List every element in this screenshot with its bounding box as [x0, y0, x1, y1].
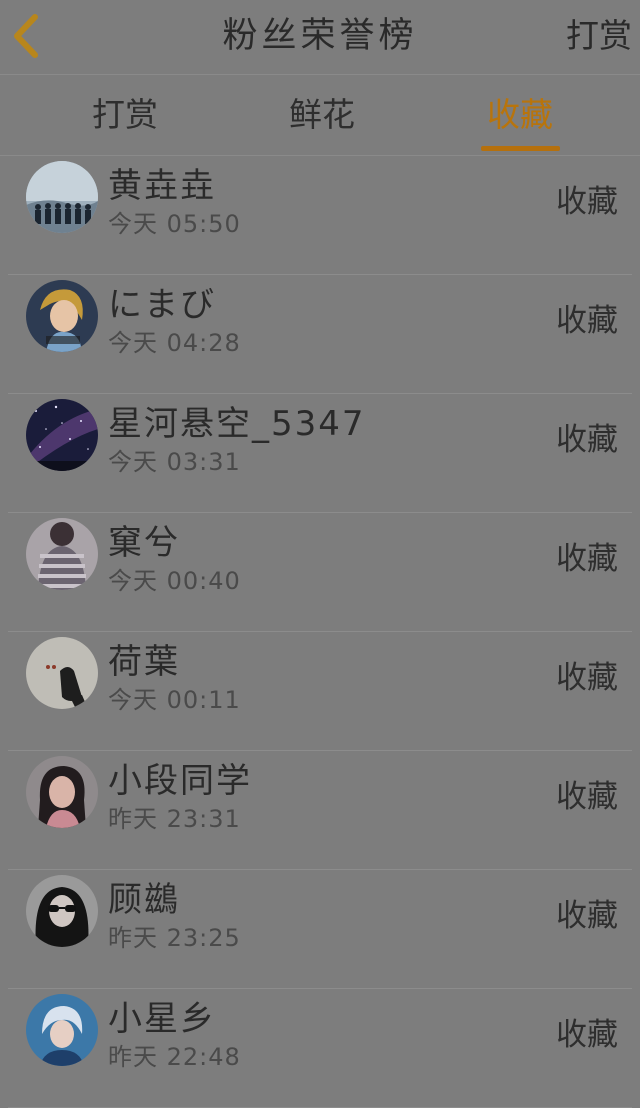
sunglasses-girl-avatar[interactable] [26, 875, 98, 947]
fan-name: 星河悬空_5347 [108, 404, 366, 444]
silhouettes-sky-avatar[interactable] [26, 161, 98, 233]
favorite-label: 收藏 [556, 184, 618, 220]
list-item[interactable]: 星河悬空_5347 今天 03:31 收藏 [8, 394, 632, 513]
girl-portrait-avatar[interactable] [26, 756, 98, 828]
list-item[interactable]: 小段同学 昨天 23:31 收藏 [8, 751, 632, 870]
fan-time: 今天 00:40 [108, 567, 241, 595]
list-item[interactable]: 窠兮 今天 00:40 收藏 [8, 513, 632, 632]
reward-button[interactable]: 打赏 [566, 0, 632, 74]
fan-time: 昨天 23:31 [108, 805, 241, 833]
favorite-label: 收藏 [556, 660, 618, 696]
fan-time: 今天 03:31 [108, 448, 241, 476]
fan-list: 黄垚垚 今天 05:50 收藏 にまび 今天 04:28 收藏 星河悬空_534… [0, 156, 640, 1108]
list-item[interactable]: 荷葉 今天 00:11 收藏 [8, 632, 632, 751]
top-bar: 粉丝荣誉榜 打赏 [0, 0, 640, 75]
tab-favorites[interactable]: 收藏 [465, 75, 575, 155]
favorite-label: 收藏 [556, 422, 618, 458]
active-tab-indicator [481, 146, 560, 151]
favorite-label: 收藏 [556, 898, 618, 934]
favorite-label: 收藏 [556, 779, 618, 815]
cartoon-princess-avatar[interactable] [26, 280, 98, 352]
favorite-label: 收藏 [556, 303, 618, 339]
fan-name: 小段同学 [108, 761, 252, 801]
list-item[interactable]: にまび 今天 04:28 收藏 [8, 275, 632, 394]
tab-flowers[interactable]: 鲜花 [267, 75, 377, 155]
starry-sky-avatar[interactable] [26, 399, 98, 471]
favorite-label: 收藏 [556, 1017, 618, 1053]
fan-time: 今天 05:50 [108, 210, 241, 238]
fan-name: 荷葉 [108, 642, 180, 682]
fan-time: 昨天 23:25 [108, 924, 241, 952]
page-title: 粉丝荣誉榜 [222, 16, 418, 56]
favorite-label: 收藏 [556, 541, 618, 577]
fan-time: 今天 04:28 [108, 329, 241, 357]
fan-name: 黄垚垚 [108, 166, 216, 206]
fan-name: 顾鷀 [108, 880, 180, 920]
tab-reward[interactable]: 打赏 [70, 75, 180, 155]
tab-bar: 打赏 鲜花 收藏 [0, 75, 640, 156]
list-item[interactable]: 黄垚垚 今天 05:50 收藏 [8, 156, 632, 275]
fan-name: 窠兮 [108, 523, 180, 563]
fan-name: 小星乡 [108, 999, 216, 1039]
fan-name: にまび [108, 285, 216, 325]
dark-figure-avatar[interactable] [26, 637, 98, 709]
blue-portrait-avatar[interactable] [26, 994, 98, 1066]
list-item[interactable]: 顾鷀 昨天 23:25 收藏 [8, 870, 632, 989]
list-item[interactable]: 小星乡 昨天 22:48 收藏 [8, 989, 632, 1108]
striped-sweater-avatar[interactable] [26, 518, 98, 590]
fan-time: 昨天 22:48 [108, 1043, 241, 1071]
fan-time: 今天 00:11 [108, 686, 241, 714]
